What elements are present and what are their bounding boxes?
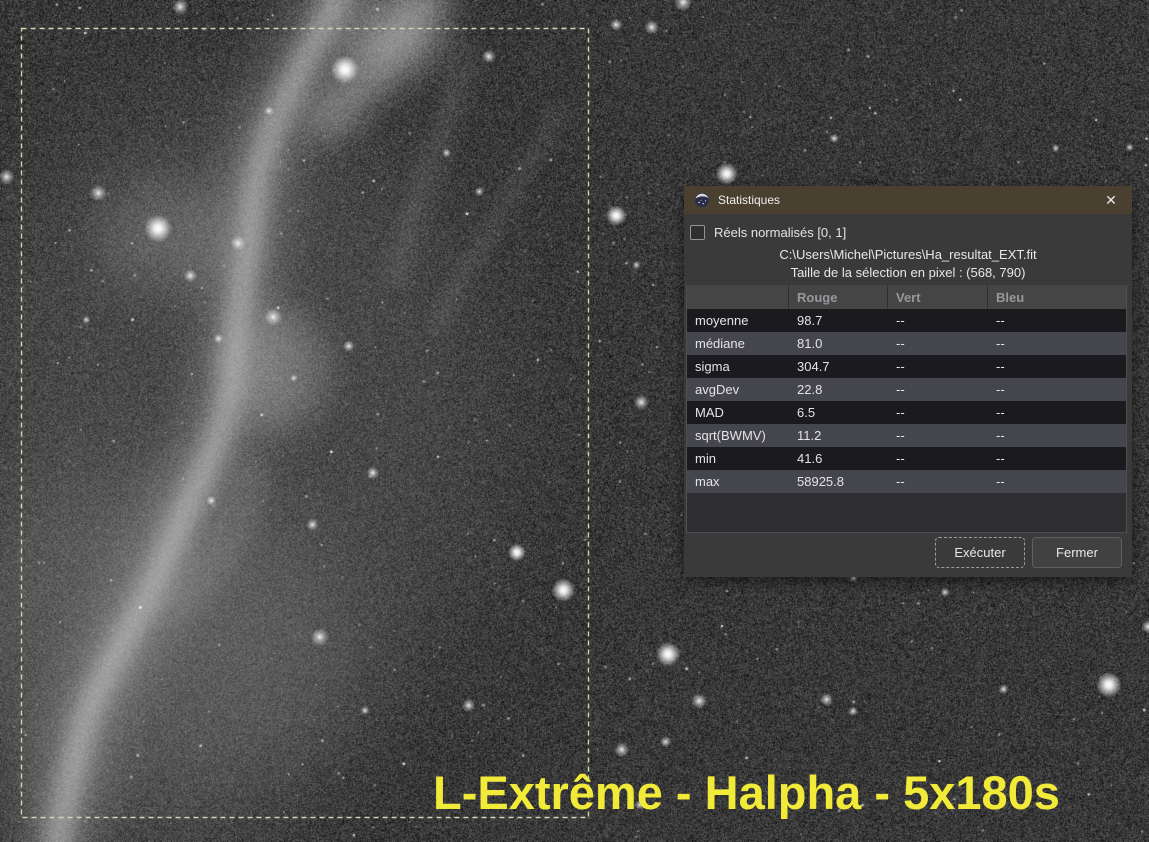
rouge-value-cell: 22.8 bbox=[797, 382, 823, 397]
stat-name-cell: avgDev bbox=[695, 382, 740, 397]
execute-button[interactable]: Exécuter bbox=[935, 537, 1025, 568]
column-header-bleu: Bleu bbox=[996, 289, 1025, 305]
bleu-value-cell: -- bbox=[996, 336, 1005, 351]
stat-name-cell: moyenne bbox=[695, 313, 749, 328]
vert-value-cell: -- bbox=[896, 359, 905, 374]
dialog-titlebar[interactable]: Statistiques ✕ bbox=[684, 186, 1132, 214]
column-header-vert: Vert bbox=[888, 285, 988, 309]
stat-name-cell: sigma bbox=[695, 359, 730, 374]
rouge-value-cell: 41.6 bbox=[797, 451, 823, 466]
stat-name-cell: médiane bbox=[695, 336, 745, 351]
stat-name-cell: sqrt(BWMV) bbox=[695, 428, 766, 443]
rouge-value-cell: 58925.8 bbox=[797, 474, 844, 489]
normalized-checkbox-label: Réels normalisés [0, 1] bbox=[714, 225, 847, 240]
table-row: sigma 304.7 -- -- bbox=[687, 355, 1126, 378]
bleu-value-cell: -- bbox=[996, 382, 1005, 397]
stat-name-cell: max bbox=[695, 474, 720, 489]
rouge-value-cell: 81.0 bbox=[797, 336, 823, 351]
vert-value-cell: -- bbox=[896, 405, 905, 420]
table-row: min 41.6 -- -- bbox=[687, 447, 1126, 470]
stat-name-cell: MAD bbox=[695, 405, 724, 420]
column-header-rouge: Rouge bbox=[789, 285, 888, 309]
rouge-value-cell: 304.7 bbox=[797, 359, 830, 374]
rouge-value-cell: 98.7 bbox=[797, 313, 823, 328]
table-row: médiane 81.0 -- -- bbox=[687, 332, 1126, 355]
rouge-value-cell: 11.2 bbox=[797, 428, 822, 443]
image-caption: L-Extrême - Halpha - 5x180s bbox=[433, 766, 1060, 819]
table-row: moyenne 98.7 -- -- bbox=[687, 309, 1126, 332]
vert-value-cell: -- bbox=[896, 428, 905, 443]
close-dialog-button[interactable]: Fermer bbox=[1032, 537, 1122, 568]
vert-value-cell: -- bbox=[896, 382, 905, 397]
selection-size-text: Taille de la sélection en pixel : (568, … bbox=[790, 265, 1026, 280]
bleu-value-cell: -- bbox=[996, 313, 1005, 328]
vert-value-cell: -- bbox=[896, 451, 905, 466]
close-icon: ✕ bbox=[1105, 191, 1117, 208]
file-path: C:\Users\Michel\Pictures\Ha_resultat_EXT… bbox=[779, 247, 1037, 262]
table-row: max 58925.8 -- -- bbox=[687, 470, 1126, 493]
vert-value-cell: -- bbox=[896, 336, 905, 351]
bleu-value-cell: -- bbox=[996, 428, 1005, 443]
rouge-value-cell: 6.5 bbox=[797, 405, 816, 420]
bleu-value-cell: -- bbox=[996, 359, 1005, 374]
bleu-value-cell: -- bbox=[996, 405, 1005, 420]
siril-logo-icon bbox=[695, 193, 709, 207]
table-row: MAD 6.5 -- -- bbox=[687, 401, 1126, 424]
table-header: Rouge Vert Bleu bbox=[687, 285, 1126, 309]
dialog-title: Statistiques bbox=[718, 193, 781, 207]
table-row: sqrt(BWMV) 11.2 -- -- bbox=[687, 424, 1126, 447]
table-row: avgDev 22.8 -- -- bbox=[687, 378, 1126, 401]
normalized-checkbox[interactable] bbox=[690, 225, 705, 240]
vert-value-cell: -- bbox=[896, 313, 905, 328]
vert-value-cell: -- bbox=[896, 474, 905, 489]
statistics-table: Rouge Vert Bleu moyenne 98.7 -- -- média… bbox=[686, 285, 1127, 533]
bleu-value-cell: -- bbox=[996, 474, 1005, 489]
close-button[interactable]: ✕ bbox=[1100, 189, 1122, 211]
column-header-stat bbox=[687, 285, 789, 309]
stat-name-cell: min bbox=[695, 451, 716, 466]
selection-rectangle[interactable] bbox=[20, 27, 590, 819]
statistics-dialog: Statistiques ✕ Réels normalisés [0, 1] C… bbox=[684, 186, 1132, 577]
bleu-value-cell: -- bbox=[996, 451, 1005, 466]
